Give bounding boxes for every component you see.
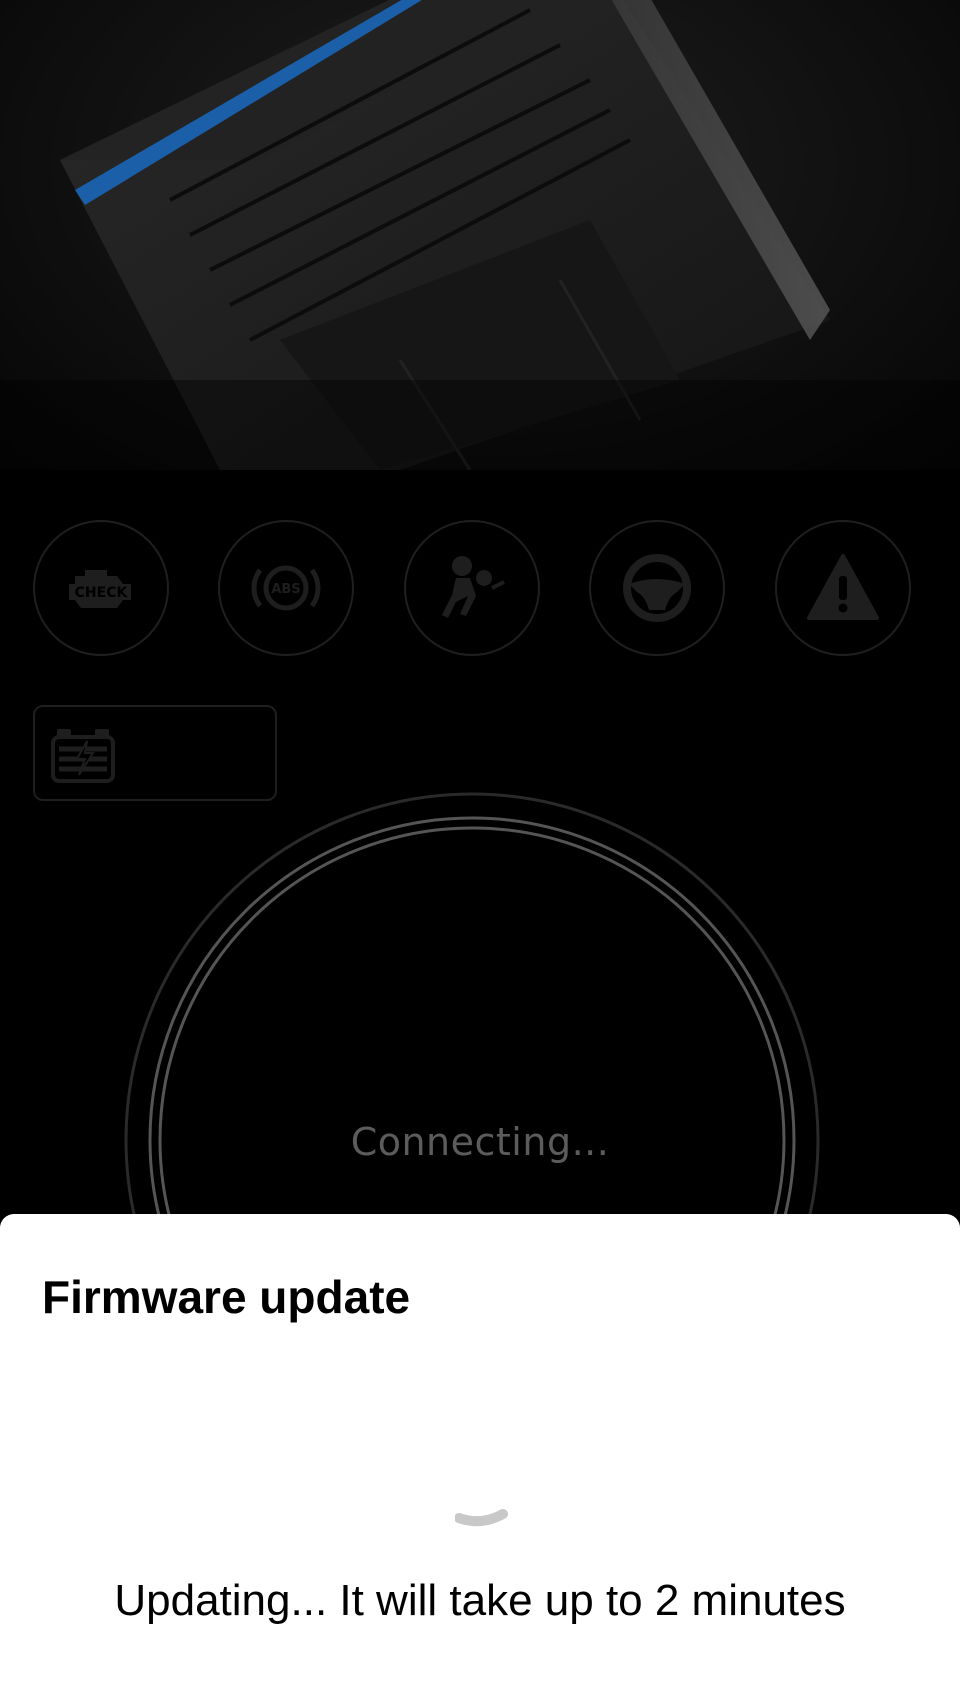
battery-voltage-panel [33,705,277,801]
check-engine-light: CHECK [33,520,169,656]
update-progress-message: Updating... It will take up to 2 minutes [114,1576,846,1625]
abs-label: ABS [271,582,300,597]
app-screen: CHECK ABS Connecting... Firmware update … [0,0,960,1685]
check-engine-icon: CHECK [69,570,131,608]
loading-spinner-icon [455,1509,508,1527]
abs-icon: ABS [251,565,321,611]
airbag-light [404,520,540,656]
warning-light [775,520,911,656]
sheet-title: Firmware update [42,1271,411,1323]
firmware-update-sheet: Firmware update Updating... It will take… [0,1214,960,1685]
battery-icon [51,729,115,783]
warning-triangle-icon [807,554,879,620]
airbag-icon [442,556,505,618]
connection-status-text: Connecting... [350,1120,610,1164]
device-image [0,0,960,470]
check-label: CHECK [75,585,129,601]
steering-light [589,520,725,656]
abs-light: ABS [218,520,354,656]
steering-wheel-icon [623,554,691,622]
